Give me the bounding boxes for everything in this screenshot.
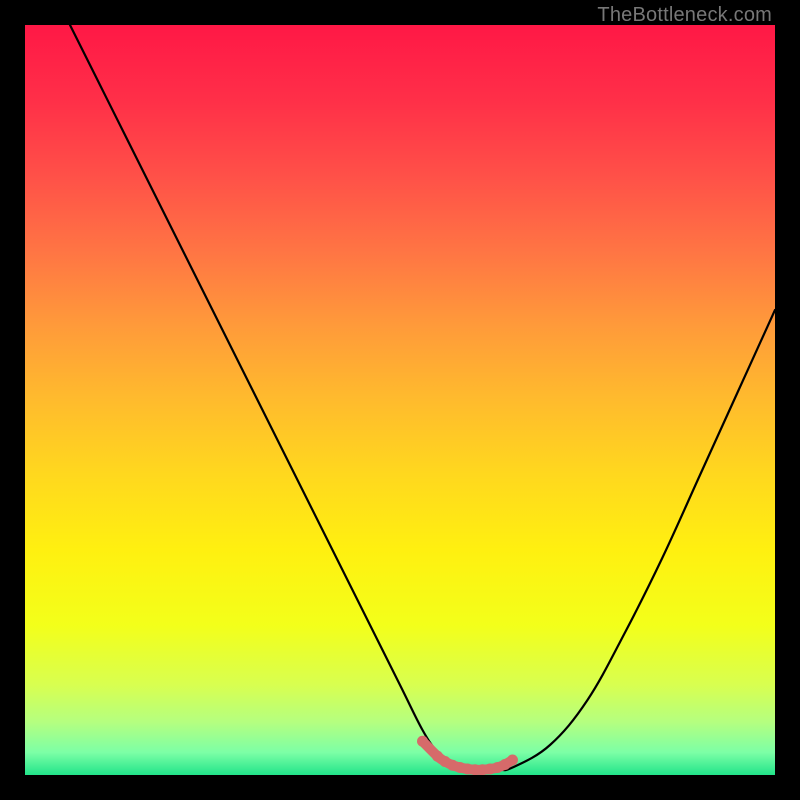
highlight-dot (507, 755, 518, 766)
bottleneck-curve (70, 25, 775, 770)
highlight-dots (417, 736, 518, 775)
watermark-text: TheBottleneck.com (597, 4, 772, 27)
highlight-dot (417, 736, 428, 747)
plot-area (25, 25, 775, 775)
chart-curve (25, 25, 775, 775)
